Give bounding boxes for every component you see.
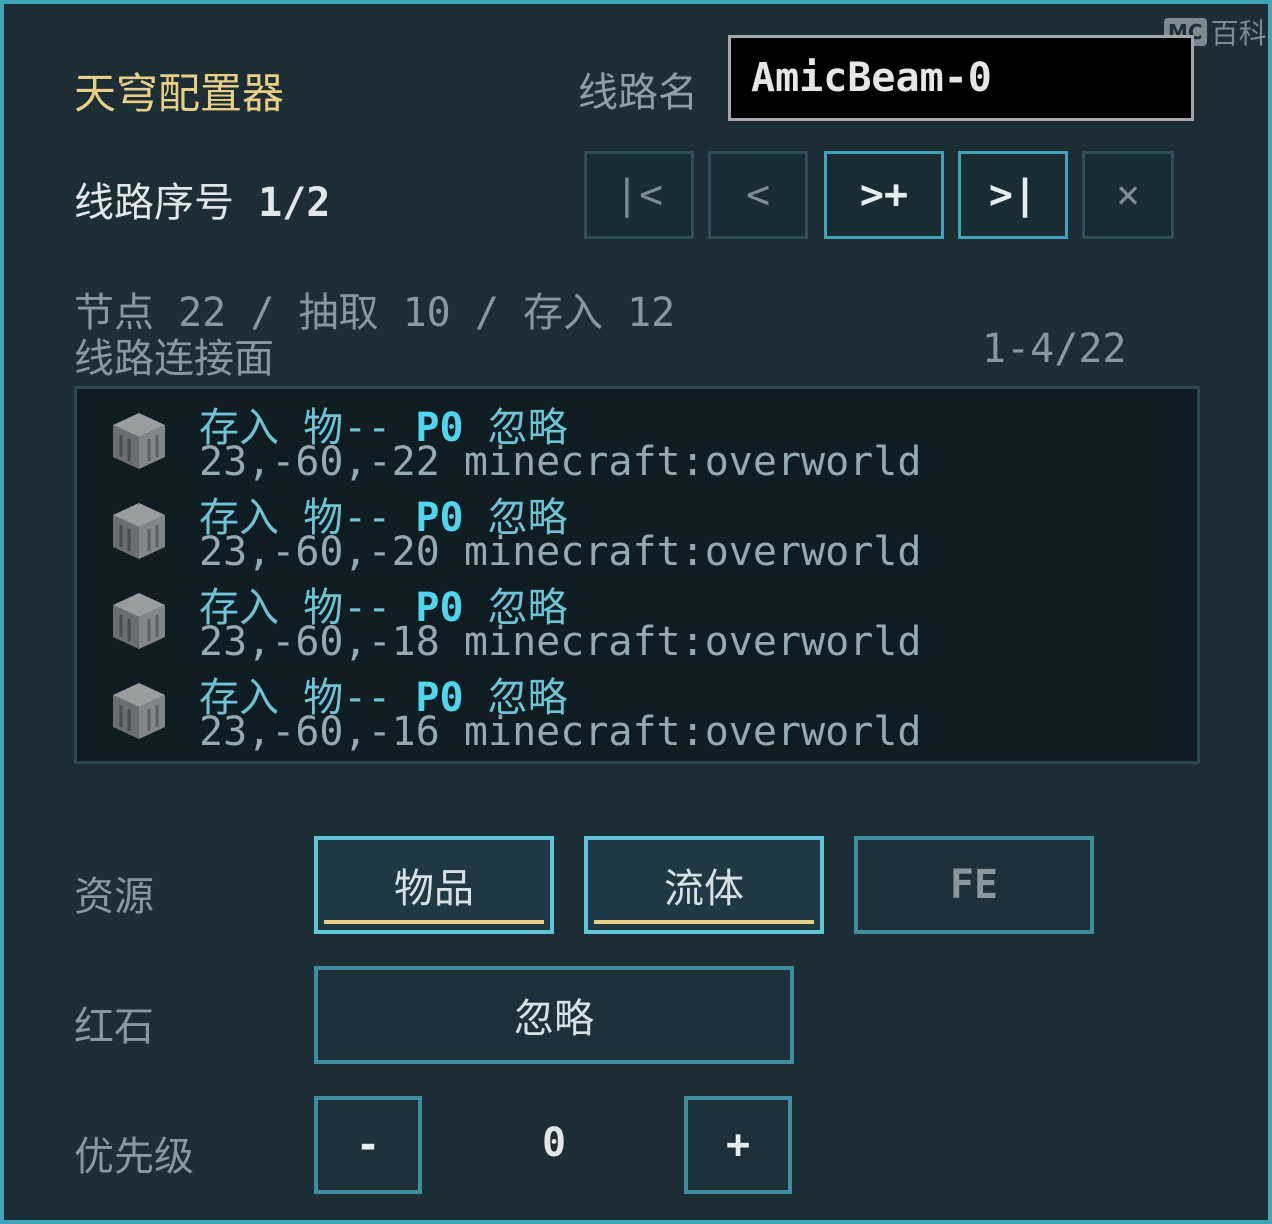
first-route-button[interactable]: |< (584, 151, 694, 239)
face-coords: 23,-60,-16 minecraft:overworld (199, 709, 922, 755)
resource-fluid-toggle[interactable]: 流体 (584, 836, 824, 934)
stone-block-icon (113, 413, 165, 469)
resource-items-label: 物品 (394, 866, 474, 912)
last-route-icon: >| (988, 172, 1038, 218)
face-coords: 23,-60,-18 minecraft:overworld (199, 619, 922, 665)
priority-label: 优先级 (74, 1134, 194, 1180)
stone-block-icon (113, 683, 165, 739)
list-item[interactable]: 存入 物-- P0 忽略 23,-60,-20 minecraft:overwo… (77, 481, 1197, 575)
resource-items-toggle[interactable]: 物品 (314, 836, 554, 934)
last-route-button[interactable]: >| (958, 151, 1068, 239)
route-name-field-wrapper (728, 35, 1194, 121)
next-add-route-button[interactable]: >+ (824, 151, 944, 239)
priority-increase-button[interactable]: + (684, 1096, 792, 1194)
prev-route-button[interactable]: < (708, 151, 808, 239)
plus-icon: + (725, 1122, 751, 1168)
redstone-mode-value: 忽略 (514, 996, 594, 1042)
priority-value: 0 (541, 1120, 567, 1166)
priority-decrease-button[interactable]: - (314, 1096, 422, 1194)
list-item[interactable]: 存入 物-- P0 忽略 23,-60,-22 minecraft:overwo… (77, 391, 1197, 485)
redstone-mode-button[interactable]: 忽略 (314, 966, 794, 1064)
page-title: 天穹配置器 (74, 69, 285, 118)
active-underline (324, 920, 544, 924)
stone-block-icon (113, 503, 165, 559)
route-name-label: 线路名 (578, 70, 698, 116)
minus-icon: - (355, 1122, 381, 1168)
face-coords: 23,-60,-22 minecraft:overworld (199, 439, 922, 485)
delete-route-button[interactable]: × (1082, 151, 1174, 239)
active-underline (594, 920, 814, 924)
first-route-icon: |< (614, 172, 664, 218)
resource-fe-toggle[interactable]: FE (854, 836, 1094, 934)
watermark-text: 百科 (1210, 17, 1267, 50)
face-coords: 23,-60,-20 minecraft:overworld (199, 529, 922, 575)
redstone-label: 红石 (74, 1004, 154, 1050)
route-name-input[interactable] (731, 38, 1191, 118)
resources-label: 资源 (74, 874, 154, 920)
resource-fluid-label: 流体 (664, 866, 744, 912)
stone-block-icon (113, 593, 165, 649)
faces-list[interactable]: 存入 物-- P0 忽略 23,-60,-22 minecraft:overwo… (74, 386, 1200, 764)
close-icon: × (1115, 172, 1141, 218)
resource-fe-label: FE (949, 862, 999, 908)
faces-count: 1-4/22 (982, 326, 1127, 372)
route-index: 线路序号 1/2 (74, 170, 330, 228)
next-add-route-icon: >+ (859, 172, 909, 218)
configurator-panel: MC百科 天穹配置器 线路名 线路序号 1/2 |< < >+ >| × 节点 … (0, 0, 1272, 1224)
list-item[interactable]: 存入 物-- P0 忽略 23,-60,-16 minecraft:overwo… (77, 661, 1197, 755)
route-index-label: 线路序号 (74, 180, 234, 226)
list-item[interactable]: 存入 物-- P0 忽略 23,-60,-18 minecraft:overwo… (77, 571, 1197, 665)
prev-route-icon: < (745, 172, 771, 218)
faces-label: 线路连接面 (74, 336, 274, 382)
route-index-value: 1/2 (258, 180, 331, 226)
